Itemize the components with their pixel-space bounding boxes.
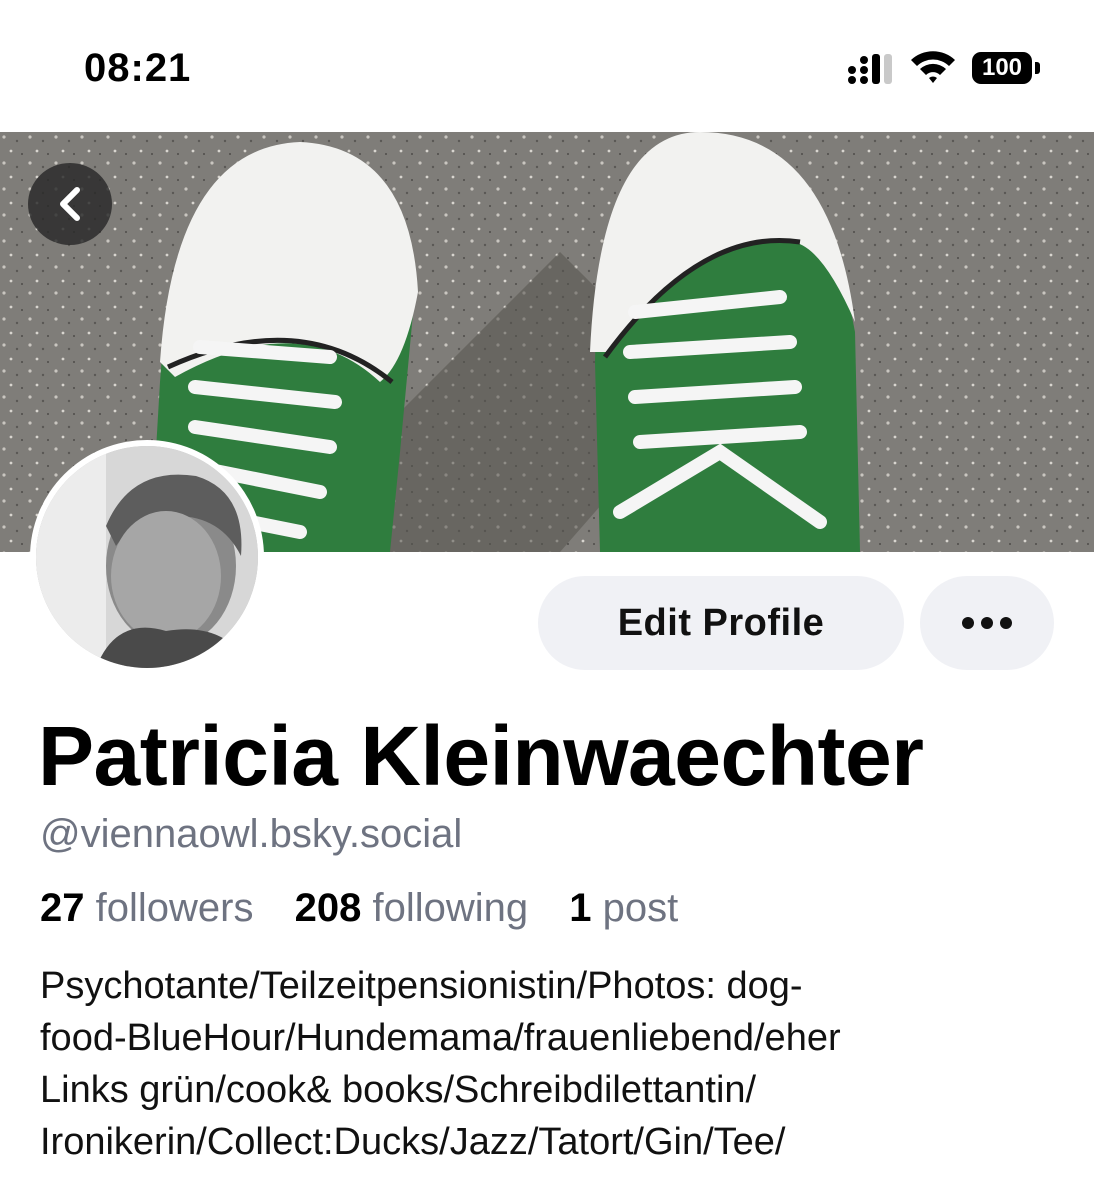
bio-line: Ironikerin/Collect:Ducks/Jazz/Tatort/Gin…: [40, 1121, 786, 1163]
wifi-icon: [911, 51, 955, 83]
posts-stat: 1 post: [569, 886, 678, 930]
battery-level: 100: [972, 52, 1032, 84]
posts-count: 1: [569, 886, 592, 930]
following-stat[interactable]: 208 following: [295, 886, 529, 930]
avatar-photo: [36, 446, 258, 668]
status-bar: 08:21 100: [0, 0, 1094, 132]
battery-icon: 100: [972, 52, 1042, 86]
display-name: Patricia Kleinwaechter: [38, 709, 924, 803]
following-label: following: [372, 886, 529, 930]
edit-profile-button[interactable]: Edit Profile: [538, 576, 904, 670]
following-count: 208: [294, 886, 362, 930]
followers-label: followers: [95, 886, 254, 930]
avatar[interactable]: [30, 440, 264, 674]
chevron-left-icon: [60, 187, 80, 221]
followers-count: 27: [40, 886, 85, 930]
more-options-button[interactable]: [920, 576, 1054, 670]
signal-icon: [848, 54, 892, 84]
status-time: 08:21: [84, 46, 192, 90]
ellipsis-icon: [962, 617, 1012, 629]
profile-bio: Psychotante/Teilzeitpensionistin/Photos:…: [40, 960, 1060, 1168]
bio-line: Links grün/cook& books/Schreibdilettanti…: [40, 1069, 757, 1111]
battery-cap: [1035, 62, 1040, 74]
bio-line: Psychotante/Teilzeitpensionistin/Photos:…: [40, 965, 803, 1007]
profile-stats: 27 followers 208 following 1 post: [40, 886, 708, 931]
posts-label: post: [602, 886, 679, 930]
followers-stat[interactable]: 27 followers: [40, 886, 253, 930]
profile-handle: @viennaowl.bsky.social: [40, 812, 463, 856]
back-button[interactable]: [28, 163, 112, 245]
bio-line: food-BlueHour/Hundemama/frauenliebend/eh…: [40, 1017, 841, 1059]
